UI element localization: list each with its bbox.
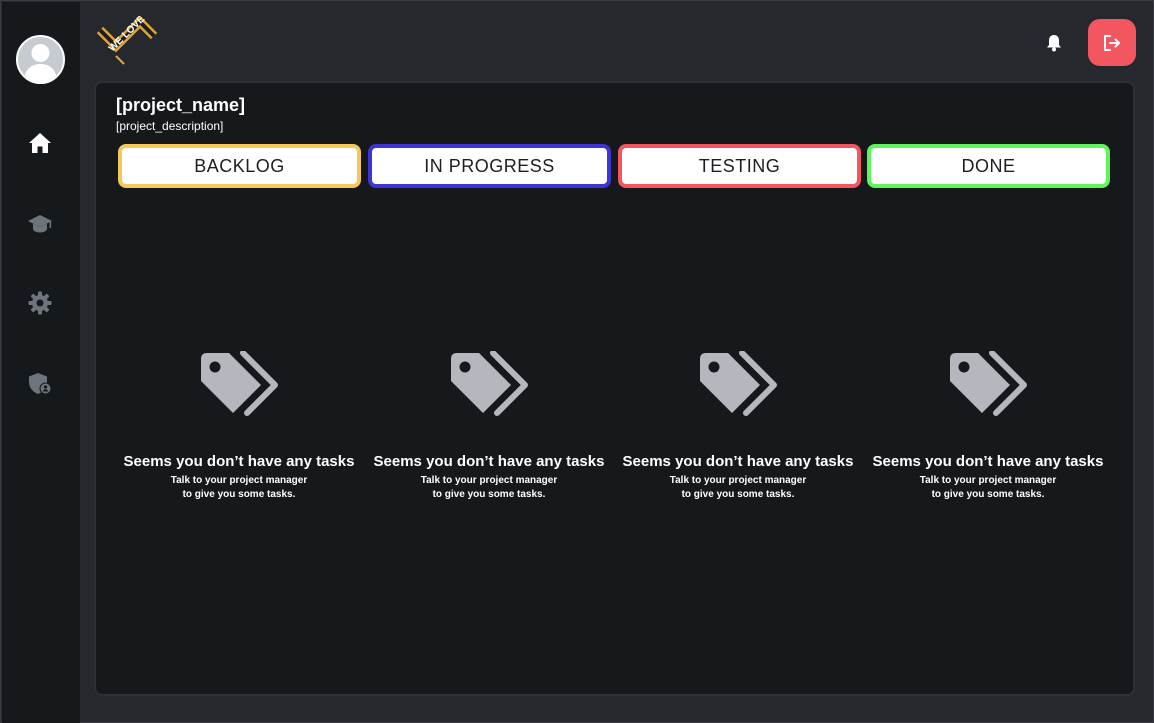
empty-state-testing: Seems you don’t have any tasks Talk to y… xyxy=(618,351,858,502)
we-love-logo-icon: WE LOVE xyxy=(96,14,158,65)
notifications-button[interactable] xyxy=(1044,33,1064,53)
shield-user-icon xyxy=(29,373,52,395)
logout-button[interactable] xyxy=(1088,19,1136,66)
empty-subtitle: Talk to your project manager to give you… xyxy=(868,474,1108,502)
empty-title: Seems you don’t have any tasks xyxy=(373,453,605,470)
empty-title: Seems you don’t have any tasks xyxy=(123,453,355,470)
empty-subtitle: Talk to your project manager to give you… xyxy=(369,474,609,502)
empty-subtitle-line: to give you some tasks. xyxy=(931,489,1045,500)
sidebar-item-admin[interactable] xyxy=(27,370,53,396)
empty-title: Seems you don’t have any tasks xyxy=(872,453,1104,470)
brand-logo[interactable]: WE LOVE xyxy=(96,14,160,66)
gear-icon xyxy=(28,291,52,315)
sidebar-item-home[interactable] xyxy=(27,130,53,156)
empty-subtitle-line: to give you some tasks. xyxy=(681,489,795,500)
svg-text:WE LOVE: WE LOVE xyxy=(107,16,148,54)
sidebar-item-learning[interactable] xyxy=(27,210,53,236)
graduation-cap-icon xyxy=(28,215,52,233)
column-header-testing[interactable]: TESTING xyxy=(618,144,861,188)
empty-state-backlog: Seems you don’t have any tasks Talk to y… xyxy=(119,351,359,502)
bell-icon xyxy=(1047,35,1061,52)
empty-subtitle: Talk to your project manager to give you… xyxy=(618,474,858,502)
sidebar-item-settings[interactable] xyxy=(27,290,53,316)
empty-subtitle-line: Talk to your project manager xyxy=(170,475,308,486)
column-header-backlog[interactable]: BACKLOG xyxy=(118,144,361,188)
home-icon xyxy=(29,133,51,153)
kanban-board: [project_name] [project_description] BAC… xyxy=(94,81,1135,696)
column-header-in-progress[interactable]: IN PROGRESS xyxy=(368,144,611,188)
tags-icon xyxy=(700,351,777,416)
avatar[interactable] xyxy=(16,35,65,84)
empty-state-done: Seems you don’t have any tasks Talk to y… xyxy=(868,351,1108,502)
tags-icon xyxy=(451,351,528,416)
sidebar xyxy=(2,2,80,723)
tags-icon xyxy=(950,351,1027,416)
logout-icon xyxy=(1104,34,1120,51)
empty-state-in-progress: Seems you don’t have any tasks Talk to y… xyxy=(369,351,609,502)
empty-title: Seems you don’t have any tasks xyxy=(622,453,854,470)
empty-subtitle-line: Talk to your project manager xyxy=(919,475,1057,486)
empty-subtitle-line: to give you some tasks. xyxy=(182,489,296,500)
empty-subtitle: Talk to your project manager to give you… xyxy=(119,474,359,502)
tags-icon xyxy=(201,351,278,416)
empty-subtitle-line: to give you some tasks. xyxy=(432,489,546,500)
project-title: [project_name] xyxy=(116,95,246,115)
project-description: [project_description] xyxy=(116,119,224,133)
app-window: WE LOVE [project_name] [project_descript… xyxy=(0,0,1154,723)
empty-subtitle-line: Talk to your project manager xyxy=(669,475,807,486)
empty-subtitle-line: Talk to your project manager xyxy=(420,475,558,486)
user-silhouette-icon xyxy=(24,44,57,82)
column-header-done[interactable]: DONE xyxy=(867,144,1110,188)
